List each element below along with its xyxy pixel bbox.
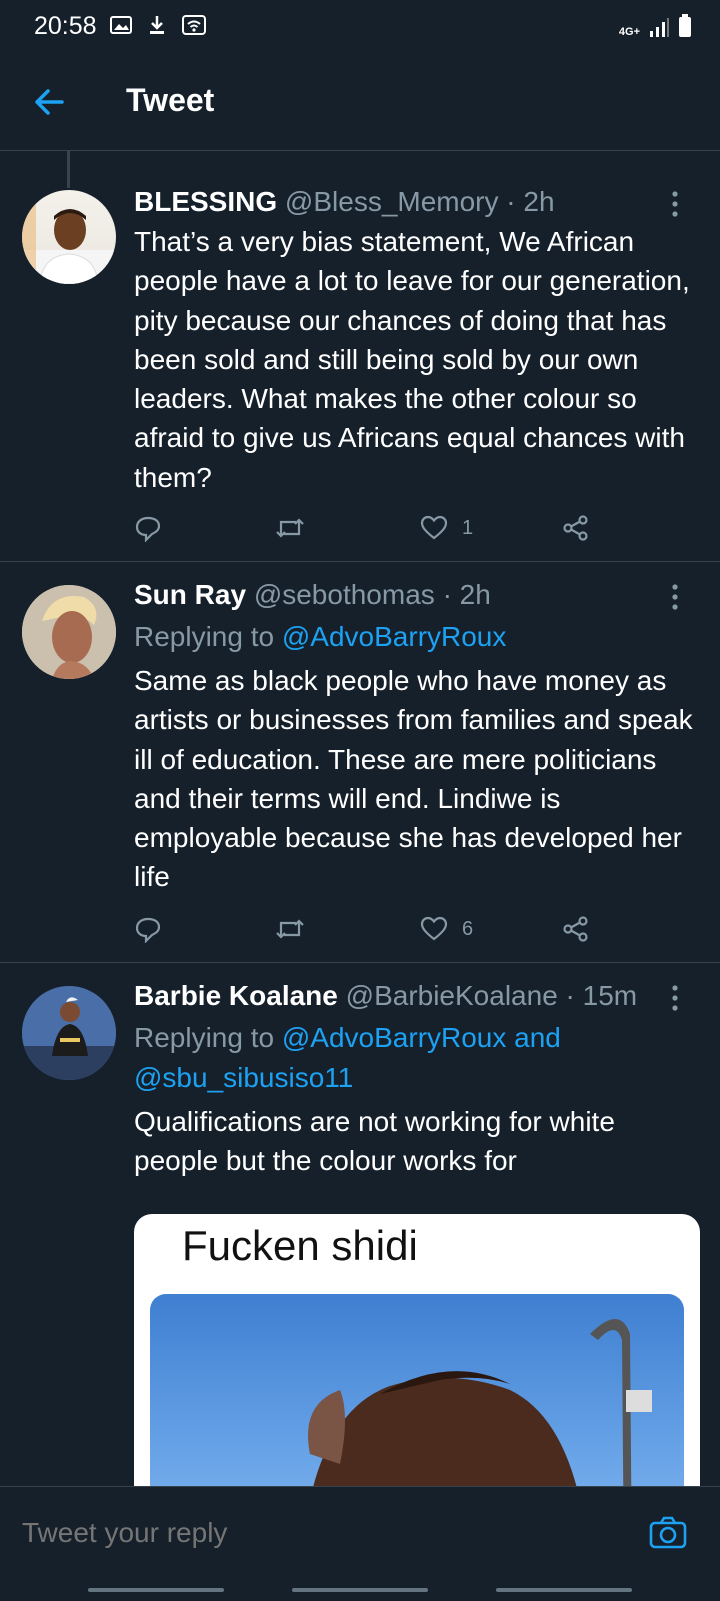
tweet-header: BLESSING @Bless_Memory · 2h (134, 186, 555, 218)
display-name[interactable]: Barbie Koalane (134, 980, 338, 1011)
handle: @BarbieKoalane (345, 980, 558, 1011)
retweet-icon (276, 919, 304, 939)
comment-icon (135, 516, 161, 542)
tweet-text: Qualifications are not working for white… (134, 1106, 615, 1177)
share-icon (563, 515, 588, 541)
like-button[interactable]: 6 (420, 909, 473, 949)
media-caption: Fucken shidi (182, 1222, 418, 1269)
like-button[interactable]: 1 (420, 508, 473, 548)
nav-recents-button[interactable] (88, 1588, 224, 1592)
network-type: 4G+ (618, 26, 640, 38)
tweet-actions: 6 (134, 909, 614, 949)
display-name[interactable]: BLESSING (134, 186, 277, 217)
camera-button[interactable] (648, 1513, 688, 1553)
nav-back-button[interactable] (496, 1588, 632, 1592)
camera-icon (649, 1516, 687, 1549)
like-count: 6 (462, 917, 474, 940)
signal-icon (650, 18, 669, 37)
replying-to: Replying to @AdvoBarryRoux and @sbu_sibu… (134, 1018, 694, 1098)
back-arrow-icon (35, 89, 64, 115)
status-bar: 20:58 4G+ (0, 0, 720, 52)
tweet-sun-ray[interactable]: Sun Ray @sebothomas · 2h Replying to @Ad… (0, 563, 720, 963)
avatar[interactable] (22, 986, 116, 1080)
replying-to: Replying to @AdvoBarryRoux (134, 617, 694, 657)
reply-input[interactable] (22, 1517, 582, 1549)
retweet-button[interactable] (274, 909, 306, 949)
system-nav-bar (0, 1584, 720, 1600)
more-options-icon[interactable] (670, 583, 680, 611)
tweet-text: Same as black people who have money as a… (134, 665, 693, 893)
timestamp: · 2h (442, 579, 491, 610)
wifi-icon (182, 15, 206, 35)
heart-icon (420, 515, 448, 540)
divider (0, 962, 720, 963)
timestamp: · 15m (565, 980, 638, 1011)
avatar[interactable] (22, 585, 116, 679)
avatar[interactable] (22, 190, 116, 284)
retweet-icon (276, 518, 304, 538)
handle: @sebothomas (253, 579, 435, 610)
timestamp: · 2h (506, 186, 555, 217)
status-time: 20:58 (34, 12, 97, 40)
reply-button[interactable] (134, 909, 162, 949)
share-button[interactable] (562, 909, 590, 949)
replying-to-label: Replying to (134, 1022, 275, 1053)
replying-to-label: Replying to (134, 621, 275, 652)
tweet-blessing[interactable]: BLESSING @Bless_Memory · 2h That’s a ver… (0, 150, 720, 562)
status-system-icons: 4G+ (619, 14, 692, 38)
display-name[interactable]: Sun Ray (134, 579, 246, 610)
reply-button[interactable] (134, 508, 162, 548)
tweet-header: Sun Ray @sebothomas · 2h (134, 579, 491, 611)
app-bar: Tweet (0, 52, 720, 151)
share-icon (563, 916, 588, 942)
tweet-text: That’s a very bias statement, We African… (134, 226, 690, 493)
comment-icon (135, 917, 161, 943)
back-button[interactable] (28, 80, 72, 124)
battery-icon (679, 14, 691, 37)
retweet-button[interactable] (274, 508, 306, 548)
share-button[interactable] (562, 508, 590, 548)
page-title: Tweet (126, 82, 215, 118)
gallery-icon (110, 16, 132, 34)
replying-to-link[interactable]: @AdvoBarryRoux (282, 621, 507, 652)
more-options-icon[interactable] (670, 190, 680, 218)
handle: @Bless_Memory (284, 186, 499, 217)
nav-home-button[interactable] (292, 1588, 428, 1592)
tweet-actions: 1 (134, 508, 614, 548)
heart-icon (420, 916, 448, 941)
status-notification-icons (110, 14, 206, 36)
like-count: 1 (462, 516, 474, 539)
more-options-icon[interactable] (670, 984, 680, 1012)
tweet-header: Barbie Koalane @BarbieKoalane · 15m (134, 980, 637, 1012)
divider (0, 561, 720, 562)
tweet-media-image[interactable]: Fucken shidi (134, 1214, 700, 1524)
download-icon (150, 16, 164, 34)
